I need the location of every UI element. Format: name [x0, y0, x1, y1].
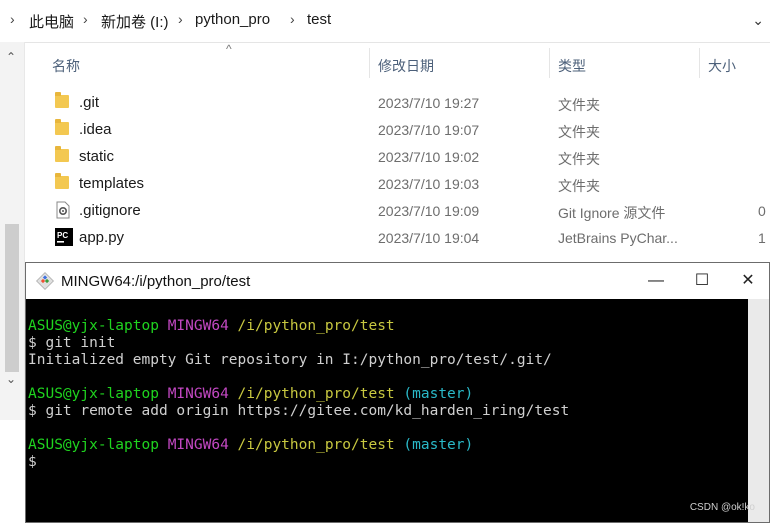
file-name: .git: [79, 94, 100, 111]
breadcrumb-this-pc[interactable]: 此电脑: [29, 11, 74, 32]
breadcrumb-test[interactable]: test: [307, 11, 331, 28]
command-line: $ git init: [28, 335, 116, 351]
address-bar[interactable]: › 此电脑 › 新加卷 (I:) › python_pro › test ⌄: [0, 0, 770, 43]
file-name: static: [79, 148, 115, 165]
minimize-button[interactable]: —: [633, 263, 679, 299]
prompt-line: ASUS@yjx-laptop MINGW64 /i/python_pro/te…: [28, 318, 395, 334]
file-type: 文件夹: [558, 151, 600, 167]
file-row[interactable]: .git 2023/7/10 19:27 文件夹: [25, 89, 770, 116]
file-size: 0: [758, 203, 766, 219]
file-modified: 2023/7/10 19:03: [378, 176, 480, 192]
pycharm-icon: PC: [55, 228, 73, 246]
git-bash-icon: [36, 272, 54, 290]
maximize-button[interactable]: ☐: [679, 263, 725, 299]
file-modified: 2023/7/10 19:04: [378, 230, 480, 246]
folder-icon: [55, 92, 71, 111]
folder-icon: [55, 146, 71, 165]
output-line: Initialized empty Git repository in I:/p…: [28, 352, 552, 368]
chevron-right-icon[interactable]: ›: [10, 11, 15, 27]
file-row[interactable]: .idea 2023/7/10 19:07 文件夹: [25, 116, 770, 143]
chevron-right-icon[interactable]: ›: [83, 11, 88, 27]
folder-icon: [55, 173, 71, 192]
terminal-titlebar[interactable]: MINGW64:/i/python_pro/test — ☐ ✕: [26, 263, 769, 299]
breadcrumb-python-pro[interactable]: python_pro: [195, 11, 270, 28]
terminal-title: MINGW64:/i/python_pro/test: [61, 273, 251, 290]
file-row[interactable]: templates 2023/7/10 19:03 文件夹: [25, 170, 770, 197]
sort-ascending-icon: ^: [226, 42, 232, 56]
terminal-output[interactable]: ASUS@yjx-laptop MINGW64 /i/python_pro/te…: [26, 299, 748, 522]
folder-icon: [55, 119, 71, 138]
file-name: .idea: [79, 121, 112, 138]
file-modified: 2023/7/10 19:07: [378, 122, 480, 138]
scroll-down-icon[interactable]: ⌄: [6, 372, 16, 386]
file-row[interactable]: PC app.py 2023/7/10 19:04 JetBrains PyChar.…: [25, 224, 770, 251]
column-size[interactable]: 大小: [708, 56, 736, 76]
file-type: 文件夹: [558, 124, 600, 140]
file-size: 1: [758, 230, 766, 246]
file-type: JetBrains PyChar...: [558, 230, 678, 246]
file-row[interactable]: static 2023/7/10 19:02 文件夹: [25, 143, 770, 170]
terminal-scrollbar[interactable]: [748, 299, 769, 522]
command-line: $ git remote add origin https://gitee.co…: [28, 403, 570, 419]
scroll-up-icon[interactable]: ⌃: [6, 50, 16, 64]
file-row[interactable]: .gitignore 2023/7/10 19:09 Git Ignore 源文件 0: [25, 197, 770, 224]
file-type: 文件夹: [558, 97, 600, 113]
chevron-down-icon[interactable]: ⌄: [752, 12, 764, 29]
file-modified: 2023/7/10 19:02: [378, 149, 480, 165]
watermark: CSDN @ok!ko: [689, 502, 755, 513]
prompt-line: ASUS@yjx-laptop MINGW64 /i/python_pro/te…: [28, 437, 474, 453]
input-line[interactable]: $: [28, 454, 748, 471]
file-name: app.py: [79, 229, 125, 246]
column-modified[interactable]: 修改日期: [378, 56, 434, 76]
terminal-window: MINGW64:/i/python_pro/test — ☐ ✕ ASUS@yj…: [25, 262, 770, 523]
chevron-right-icon[interactable]: ›: [178, 11, 183, 27]
file-modified: 2023/7/10 19:09: [378, 203, 480, 219]
vertical-scrollbar[interactable]: ⌃ ⌄: [0, 42, 25, 420]
chevron-right-icon[interactable]: ›: [290, 11, 295, 27]
column-type[interactable]: 类型: [558, 56, 586, 76]
file-type: 文件夹: [558, 178, 600, 194]
prompt-line: ASUS@yjx-laptop MINGW64 /i/python_pro/te…: [28, 386, 474, 402]
file-name: .gitignore: [79, 202, 141, 219]
breadcrumb-drive[interactable]: 新加卷 (I:): [101, 11, 169, 32]
column-name[interactable]: 名称: [52, 56, 80, 76]
close-button[interactable]: ✕: [725, 263, 770, 299]
column-header: ^ 名称 修改日期 类型 大小: [25, 42, 770, 84]
svg-text:PC: PC: [57, 231, 68, 240]
scroll-thumb[interactable]: [5, 224, 19, 372]
file-name: templates: [79, 175, 145, 192]
file-type: Git Ignore 源文件: [558, 205, 666, 221]
gear-file-icon: [55, 201, 71, 219]
file-modified: 2023/7/10 19:27: [378, 95, 480, 111]
